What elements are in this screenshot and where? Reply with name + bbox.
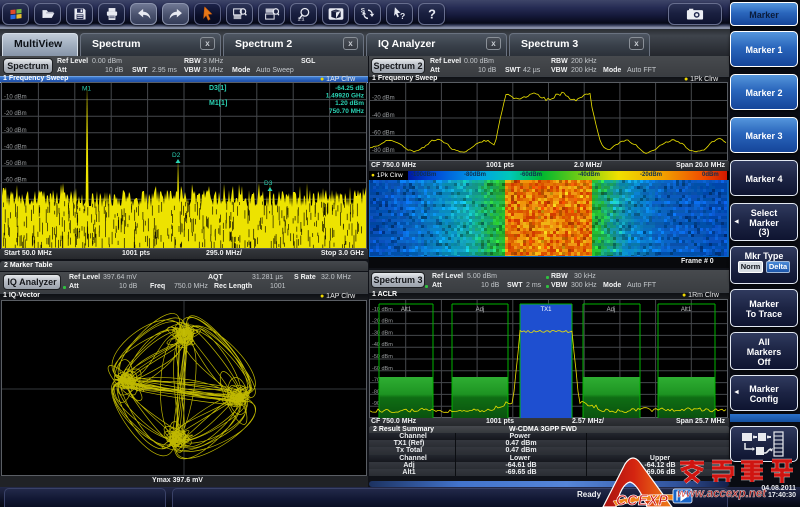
svg-text:-40 dBm: -40 dBm [372,342,393,348]
svg-text:Adj: Adj [607,307,616,313]
svg-text:-10 dBm: -10 dBm [4,95,27,101]
svg-text:D2: D2 [172,152,181,159]
svg-text:-60 dBm: -60 dBm [4,178,27,184]
svg-text:-20 dBm: -20 dBm [372,319,393,325]
svg-text:D3: D3 [264,180,273,187]
svg-text:Adj: Adj [476,307,485,313]
svg-text:-10 dBm: -10 dBm [372,307,393,313]
svg-text:-60 dBm: -60 dBm [372,366,393,372]
svg-text:-64.25 dB: -64.25 dB [335,85,364,92]
svg-text:1.49920 GHz: 1.49920 GHz [326,93,365,100]
svg-text:D3[1]: D3[1] [209,85,227,92]
svg-text:M1: M1 [82,86,91,93]
svg-text:-20 dBm: -20 dBm [372,96,395,102]
svg-text:Alt1: Alt1 [681,307,692,313]
svg-text:-50 dBm: -50 dBm [372,354,393,360]
svg-text:?: ? [400,11,405,21]
svg-text:?: ? [428,7,436,21]
svg-text:750.70 MHz: 750.70 MHz [329,108,365,115]
svg-text:-40 dBm: -40 dBm [4,144,27,150]
svg-text:TX1: TX1 [540,307,552,313]
svg-text:-30 dBm: -30 dBm [4,128,27,134]
svg-text:M1[1]: M1[1] [209,100,227,107]
svg-text:1:1: 1:1 [297,16,304,20]
svg-text:Alt1: Alt1 [401,307,412,313]
svg-text:-30 dBm: -30 dBm [372,330,393,336]
svg-text:CCEXP: CCEXP [616,493,668,507]
svg-text:1.20 dBm: 1.20 dBm [335,100,364,107]
svg-text:-60 dBm: -60 dBm [372,131,395,137]
svg-text:-20 dBm: -20 dBm [4,111,27,117]
svg-text:-80 dBm: -80 dBm [372,148,395,154]
svg-text:-40 dBm: -40 dBm [372,113,395,119]
svg-text:-50 dBm: -50 dBm [4,161,27,167]
